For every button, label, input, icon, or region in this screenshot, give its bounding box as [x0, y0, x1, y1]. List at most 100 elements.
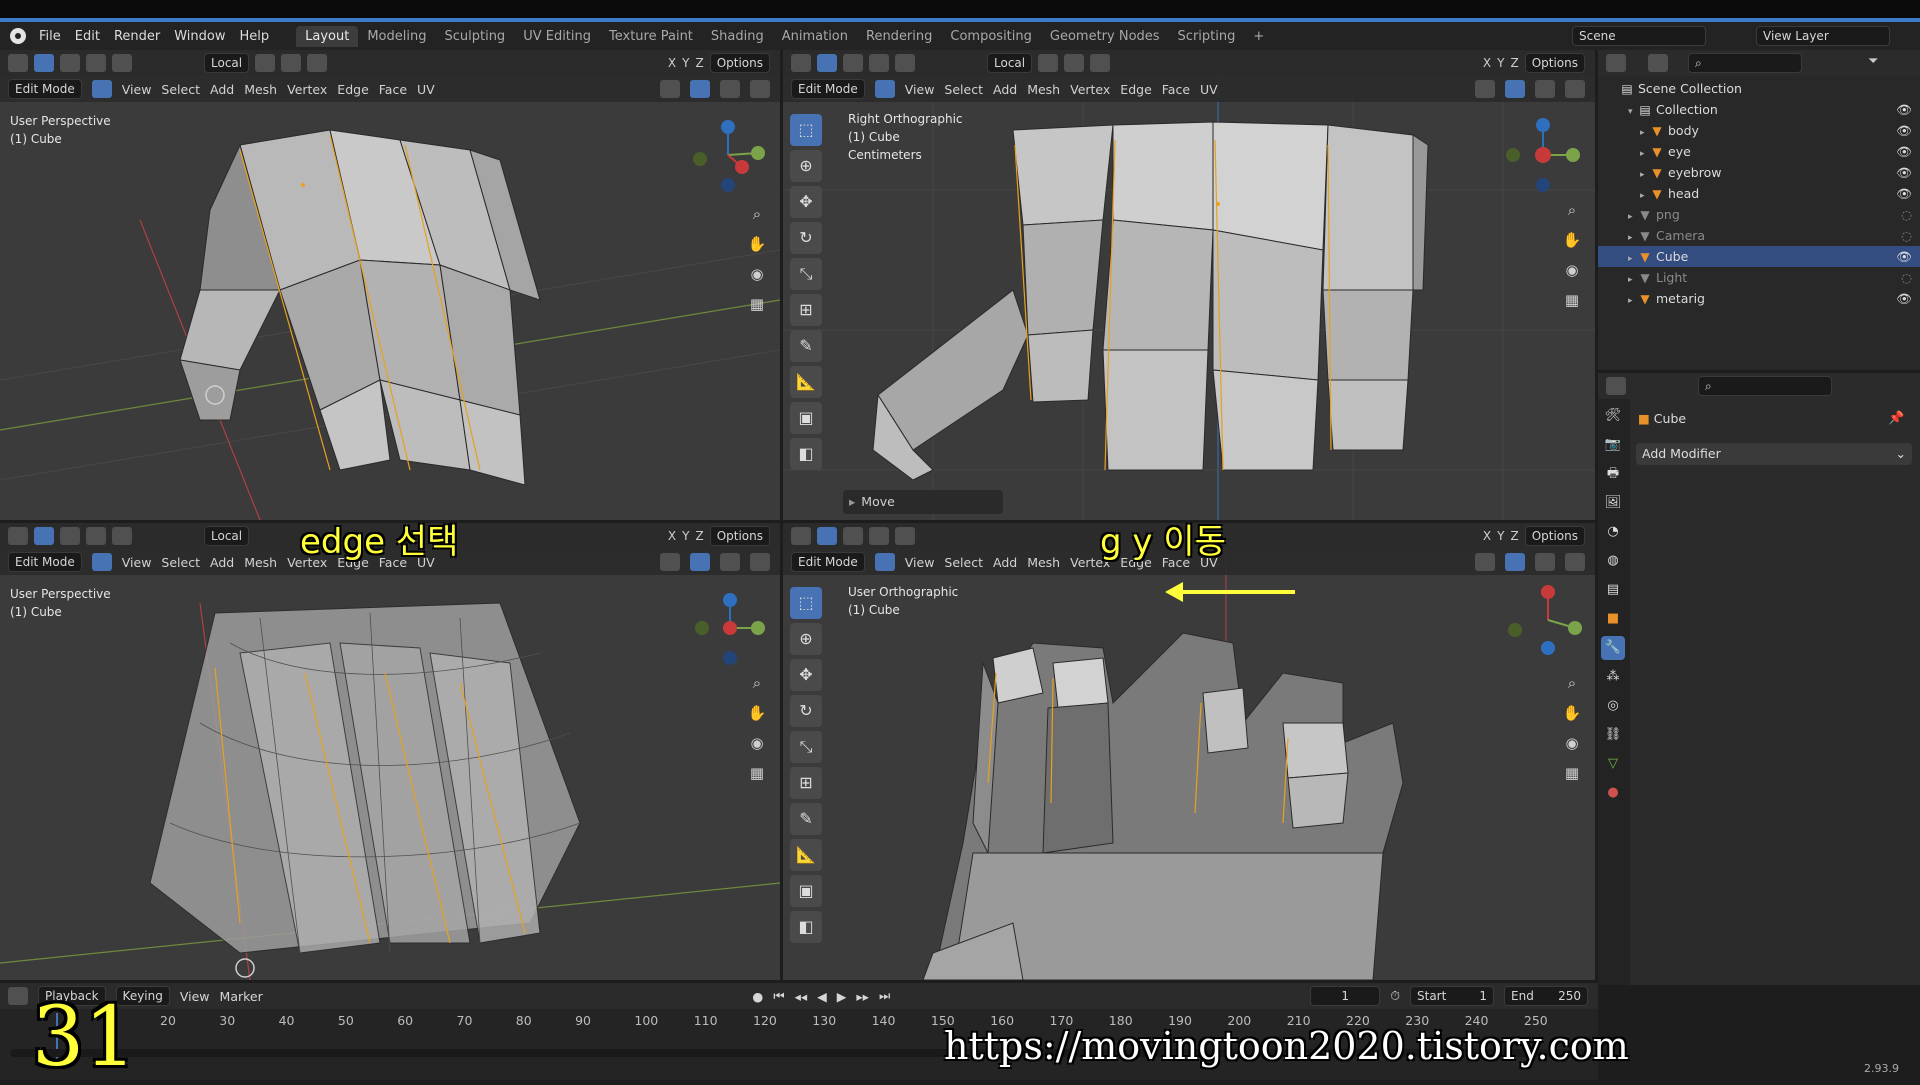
- record-icon[interactable]: ●: [752, 989, 763, 1004]
- options-dropdown[interactable]: Options: [1524, 526, 1585, 546]
- menu-marker[interactable]: Marker: [220, 989, 263, 1004]
- axis-z-toggle[interactable]: Z: [695, 529, 703, 543]
- menu-view[interactable]: View: [122, 82, 152, 97]
- outliner-item-body[interactable]: ▸ ▼ body 👁: [1598, 120, 1920, 141]
- physics-tab-icon[interactable]: ◎: [1601, 694, 1625, 718]
- menu-uv[interactable]: UV: [1200, 82, 1218, 97]
- menu-mesh[interactable]: Mesh: [1027, 555, 1060, 570]
- editor-type-icon[interactable]: [8, 54, 28, 72]
- menu-view[interactable]: View: [122, 555, 152, 570]
- options-dropdown[interactable]: Options: [709, 53, 770, 73]
- select-tool-icon[interactable]: ⬚: [790, 587, 822, 619]
- tab-shading[interactable]: Shading: [702, 26, 773, 47]
- transform-orientation-dropdown[interactable]: Local: [204, 53, 250, 73]
- move-tool-icon[interactable]: ✥: [790, 659, 822, 691]
- particles-tab-icon[interactable]: ⁂: [1601, 665, 1625, 689]
- viewport-top-left[interactable]: Local X Y Z Options Edit Mode View Selec…: [0, 50, 780, 520]
- select-box-tool-icon[interactable]: [817, 54, 837, 72]
- cursor-tool-icon[interactable]: ⊕: [790, 150, 822, 182]
- navigation-gizmo-icon[interactable]: [1503, 115, 1583, 195]
- expand-arrow-icon[interactable]: ▸: [1628, 291, 1638, 312]
- jump-end-icon[interactable]: ⏭: [879, 988, 890, 1004]
- menu-add[interactable]: Add: [993, 555, 1017, 570]
- select-mode-new-icon[interactable]: [843, 54, 863, 72]
- shading-solid-icon[interactable]: [720, 553, 740, 571]
- transform-orientation-dropdown[interactable]: Local: [204, 526, 250, 546]
- xray-icon[interactable]: [690, 80, 710, 98]
- add-modifier-dropdown[interactable]: Add Modifier ⌄: [1636, 443, 1912, 465]
- tab-scripting[interactable]: Scripting: [1169, 26, 1245, 47]
- overlays-icon[interactable]: [660, 553, 680, 571]
- preview-range-icon[interactable]: ⏱: [1390, 988, 1400, 1004]
- vertex-select-icon[interactable]: [91, 80, 112, 98]
- shading-material-icon[interactable]: [750, 80, 770, 98]
- mode-dropdown[interactable]: Edit Mode: [8, 79, 82, 99]
- menu-view[interactable]: View: [180, 989, 210, 1004]
- mesh-data-tab-icon[interactable]: ▽: [1601, 752, 1625, 776]
- zoom-icon[interactable]: ⌕: [745, 671, 769, 695]
- scene-selector[interactable]: Scene: [1572, 26, 1706, 46]
- pan-hand-icon[interactable]: ✋: [1560, 701, 1584, 725]
- tab-modeling[interactable]: Modeling: [358, 26, 435, 47]
- mode-dropdown[interactable]: Edit Mode: [8, 552, 82, 572]
- axis-x-toggle[interactable]: X: [1483, 529, 1491, 543]
- menu-edge[interactable]: Edge: [1120, 82, 1151, 97]
- menu-file[interactable]: File: [32, 29, 68, 44]
- outliner-item-head[interactable]: ▸ ▼ head 👁: [1598, 183, 1920, 204]
- select-mode-extend-icon[interactable]: [86, 54, 106, 72]
- extrude-tool-icon[interactable]: ◧: [790, 438, 822, 470]
- end-frame-field[interactable]: End 250: [1504, 986, 1588, 1006]
- visibility-eye-icon[interactable]: ◌: [1901, 267, 1912, 288]
- select-mode-subtract-icon[interactable]: [112, 527, 132, 545]
- outliner-scene-collection[interactable]: ▤ Scene Collection: [1598, 78, 1920, 99]
- editor-type-icon[interactable]: [791, 527, 811, 545]
- editor-type-icon[interactable]: [8, 987, 28, 1005]
- navigation-gizmo-icon[interactable]: [690, 588, 770, 668]
- annotate-tool-icon[interactable]: ✎: [790, 803, 822, 835]
- menu-face[interactable]: Face: [1162, 82, 1190, 97]
- viewport-top-right[interactable]: Local X Y Z Options Edit Mode View Selec…: [783, 50, 1595, 520]
- visibility-eye-icon[interactable]: 👁: [1896, 141, 1912, 162]
- menu-add[interactable]: Add: [210, 555, 234, 570]
- menu-view[interactable]: View: [905, 555, 935, 570]
- viewport-bottom-left[interactable]: Local X Y Z Options Edit Mode View Selec…: [0, 523, 780, 980]
- select-box-tool-icon[interactable]: [34, 527, 54, 545]
- vertex-select-icon[interactable]: [91, 553, 112, 571]
- shading-material-icon[interactable]: [1565, 553, 1585, 571]
- menu-vertex[interactable]: Vertex: [287, 82, 327, 97]
- xray-icon[interactable]: [1505, 80, 1525, 98]
- constraints-tab-icon[interactable]: ⛓: [1601, 723, 1625, 747]
- snap-icon[interactable]: [1064, 54, 1085, 72]
- axis-x-toggle[interactable]: X: [1483, 56, 1491, 70]
- menu-window[interactable]: Window: [167, 29, 232, 44]
- pan-hand-icon[interactable]: ✋: [1560, 228, 1584, 252]
- overlays-icon[interactable]: [1475, 80, 1495, 98]
- camera-view-icon[interactable]: ◉: [745, 262, 769, 286]
- zoom-icon[interactable]: ⌕: [745, 202, 769, 226]
- axis-y-toggle[interactable]: Y: [682, 529, 689, 543]
- add-workspace-button[interactable]: +: [1244, 26, 1273, 47]
- visibility-eye-icon[interactable]: 👁: [1896, 246, 1912, 267]
- select-box-tool-icon[interactable]: [817, 527, 837, 545]
- tab-geometry-nodes[interactable]: Geometry Nodes: [1041, 26, 1169, 47]
- camera-view-icon[interactable]: ◉: [1560, 258, 1584, 282]
- options-dropdown[interactable]: Options: [709, 526, 770, 546]
- outliner-item-camera[interactable]: ▸ ▼ Camera ◌: [1598, 225, 1920, 246]
- visibility-eye-icon[interactable]: 👁: [1896, 120, 1912, 141]
- tab-uv-editing[interactable]: UV Editing: [514, 26, 600, 47]
- display-mode-icon[interactable]: [1648, 54, 1668, 72]
- vertex-select-icon[interactable]: [874, 80, 895, 98]
- select-mode-subtract-icon[interactable]: [112, 54, 132, 72]
- menu-help[interactable]: Help: [233, 29, 277, 44]
- pin-icon[interactable]: 📌: [1888, 411, 1904, 426]
- menu-add[interactable]: Add: [210, 82, 234, 97]
- outliner-item-light[interactable]: ▸ ▼ Light ◌: [1598, 267, 1920, 288]
- editor-type-icon[interactable]: [1606, 54, 1626, 72]
- ortho-grid-icon[interactable]: ▦: [745, 292, 769, 316]
- outliner-item-metarig[interactable]: ▸ ▼ metarig 👁: [1598, 288, 1920, 309]
- scale-tool-icon[interactable]: ⤡: [790, 258, 822, 290]
- visibility-eye-icon[interactable]: 👁: [1896, 288, 1912, 309]
- select-mode-extend-icon[interactable]: [869, 54, 889, 72]
- object-tab-icon[interactable]: ■: [1601, 607, 1625, 631]
- visibility-eye-icon[interactable]: 👁: [1896, 183, 1912, 204]
